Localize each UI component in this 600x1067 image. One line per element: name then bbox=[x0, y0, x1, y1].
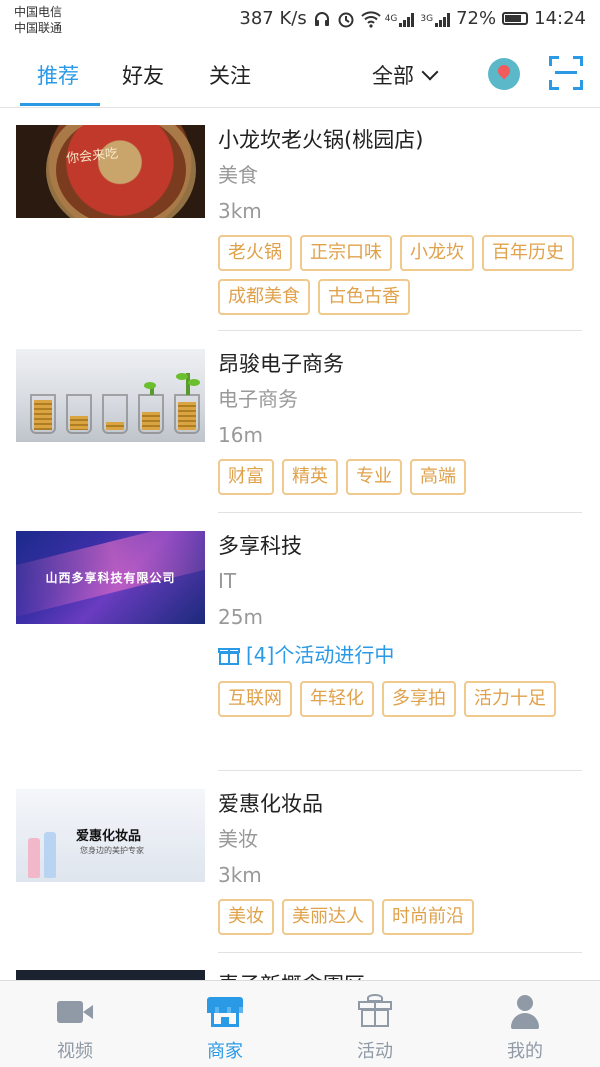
tag[interactable]: 精英 bbox=[282, 459, 338, 495]
tag[interactable]: 古色古香 bbox=[318, 279, 410, 315]
video-camera-icon bbox=[55, 993, 95, 1029]
nav-label: 视频 bbox=[57, 1041, 93, 1062]
scan-icon[interactable] bbox=[549, 56, 583, 90]
signal-icon bbox=[399, 11, 415, 27]
tag[interactable]: 成都美食 bbox=[218, 279, 310, 315]
merchant-thumbnail bbox=[16, 970, 205, 980]
clock: 14:24 bbox=[534, 8, 586, 29]
merchant-name: 爱惠化妆品 bbox=[218, 792, 323, 816]
tag[interactable]: 老火锅 bbox=[218, 235, 292, 271]
filter-label: 全部 bbox=[372, 64, 414, 88]
thumbnail-subcaption: 您身边的美护专家 bbox=[80, 846, 144, 855]
bottom-nav: 视频 商家 活动 我的 bbox=[0, 980, 600, 1067]
tag[interactable]: 百年历史 bbox=[482, 235, 574, 271]
active-tab-indicator bbox=[20, 103, 100, 106]
network-type-2: 3G bbox=[420, 13, 434, 24]
merchant-thumbnail-cosmetics: 爱惠化妆品 您身边的美护专家 bbox=[16, 789, 205, 882]
filter-dropdown[interactable]: 全部 bbox=[372, 60, 439, 90]
tag[interactable]: 高端 bbox=[410, 459, 466, 495]
tag[interactable]: 专业 bbox=[346, 459, 402, 495]
map-pin-icon[interactable] bbox=[488, 58, 520, 90]
divider bbox=[218, 770, 582, 771]
network-type-1: 4G bbox=[384, 13, 398, 24]
merchant-name: 多享科技 bbox=[218, 534, 302, 558]
top-bar: 推荐 好友 关注 全部 bbox=[0, 42, 600, 108]
merchant-name: 昂骏电子商务 bbox=[218, 352, 344, 376]
nav-video[interactable]: 视频 bbox=[0, 981, 150, 1067]
chevron-down-icon bbox=[421, 63, 439, 81]
merchant-category: IT bbox=[218, 569, 237, 593]
merchant-distance: 16m bbox=[218, 423, 263, 447]
tag[interactable]: 活力十足 bbox=[464, 681, 556, 717]
signal-icon bbox=[435, 11, 451, 27]
thumbnail-caption: 山西多享科技有限公司 bbox=[45, 571, 176, 585]
nav-profile[interactable]: 我的 bbox=[450, 981, 600, 1067]
tag-list: 财富 精英 专业 高端 bbox=[218, 459, 588, 495]
carrier-2: 中国联通 bbox=[14, 21, 63, 35]
tag[interactable]: 美丽达人 bbox=[282, 899, 374, 935]
nav-merchants[interactable]: 商家 bbox=[150, 981, 300, 1067]
merchant-category: 电子商务 bbox=[218, 387, 298, 411]
nav-label: 商家 bbox=[207, 1041, 243, 1062]
divider bbox=[218, 952, 582, 953]
gift-icon bbox=[355, 993, 395, 1029]
merchant-card[interactable]: 爱惠化妆品 您身边的美护专家 爱惠化妆品 美妆 3km 美妆 美丽达人 时尚前沿 bbox=[0, 772, 600, 954]
carrier-1: 中国电信 bbox=[14, 5, 63, 19]
tag[interactable]: 正宗口味 bbox=[300, 235, 392, 271]
tab-friends[interactable]: 好友 bbox=[122, 60, 164, 90]
merchant-category: 美妆 bbox=[218, 827, 258, 851]
status-icons: 387 K/s 4G 3G 72% 14:24 bbox=[239, 8, 586, 29]
merchant-thumbnail-hotpot: 你会来吃 bbox=[16, 125, 205, 218]
tag-list: 互联网 年轻化 多享拍 活力十足 bbox=[218, 681, 588, 717]
battery-icon bbox=[502, 12, 529, 25]
tag[interactable]: 年轻化 bbox=[300, 681, 374, 717]
merchant-thumbnail-finance bbox=[16, 349, 205, 442]
merchant-thumbnail-tech: 山西多享科技有限公司 bbox=[16, 531, 205, 624]
gift-icon bbox=[218, 645, 240, 665]
tag[interactable]: 小龙坎 bbox=[400, 235, 474, 271]
merchant-category: 美食 bbox=[218, 163, 258, 187]
tag-list: 老火锅 正宗口味 小龙坎 百年历史 成都美食 古色古香 bbox=[218, 235, 588, 315]
merchant-card[interactable]: 麦子新概念園区 bbox=[0, 954, 600, 980]
divider bbox=[218, 330, 582, 331]
wifi-icon bbox=[361, 10, 381, 28]
tag-list: 美妆 美丽达人 时尚前沿 bbox=[218, 899, 588, 935]
merchant-card[interactable]: 你会来吃 小龙坎老火锅(桃园店) 美食 3km 老火锅 正宗口味 小龙坎 百年历… bbox=[0, 108, 600, 332]
tag[interactable]: 美妆 bbox=[218, 899, 274, 935]
nav-label: 我的 bbox=[507, 1041, 543, 1062]
nav-label: 活动 bbox=[357, 1041, 393, 1062]
net-speed: 387 K/s bbox=[239, 8, 307, 29]
tag[interactable]: 时尚前沿 bbox=[382, 899, 474, 935]
divider bbox=[218, 512, 582, 513]
merchant-list: 你会来吃 小龙坎老火锅(桃园店) 美食 3km 老火锅 正宗口味 小龙坎 百年历… bbox=[0, 108, 600, 980]
status-bar: 中国电信 中国联通 387 K/s 4G 3G 72% 14:24 bbox=[0, 0, 600, 42]
activity-link[interactable]: [4]个活动进行中 bbox=[218, 635, 588, 675]
thumbnail-caption: 爱惠化妆品 bbox=[76, 829, 142, 844]
tab-following[interactable]: 关注 bbox=[209, 60, 251, 90]
merchant-distance: 25m bbox=[218, 605, 263, 629]
merchant-name: 麦子新概念園区 bbox=[218, 968, 365, 980]
store-icon bbox=[205, 993, 245, 1029]
nav-activities[interactable]: 活动 bbox=[300, 981, 450, 1067]
merchant-distance: 3km bbox=[218, 199, 262, 223]
user-icon bbox=[505, 993, 545, 1029]
merchant-name: 小龙坎老火锅(桃园店) bbox=[218, 128, 424, 152]
battery-percent: 72% bbox=[456, 8, 497, 29]
headphones-icon bbox=[313, 10, 331, 28]
alarm-icon bbox=[337, 10, 355, 28]
tag[interactable]: 多享拍 bbox=[382, 681, 456, 717]
merchant-card[interactable]: 昂骏电子商务 电子商务 16m 财富 精英 专业 高端 bbox=[0, 332, 600, 514]
tag[interactable]: 互联网 bbox=[218, 681, 292, 717]
carrier-info: 中国电信 中国联通 bbox=[14, 4, 62, 36]
tag[interactable]: 财富 bbox=[218, 459, 274, 495]
tab-recommend[interactable]: 推荐 bbox=[37, 60, 79, 90]
merchant-distance: 3km bbox=[218, 863, 262, 887]
merchant-card[interactable]: 山西多享科技有限公司 多享科技 IT 25m [4]个活动进行中 互联网 年轻化… bbox=[0, 514, 600, 772]
activity-text: [4]个活动进行中 bbox=[246, 643, 395, 667]
